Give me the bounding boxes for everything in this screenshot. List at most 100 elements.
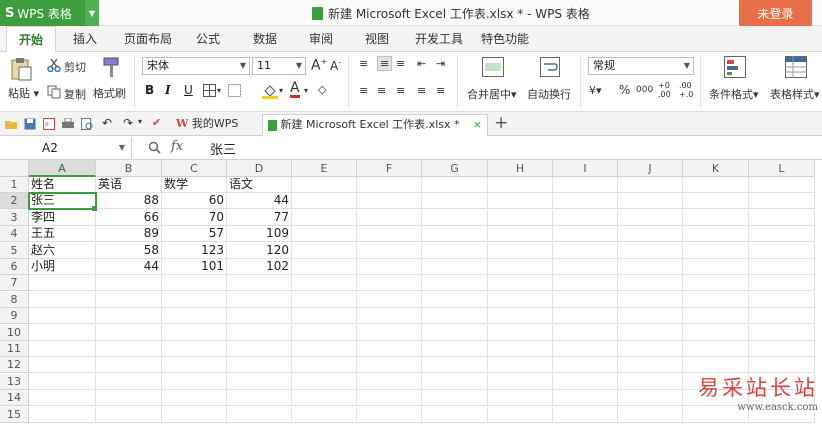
cell-e11[interactable] bbox=[292, 341, 357, 357]
insert-function-button[interactable]: fx bbox=[171, 139, 183, 154]
cell-c9[interactable] bbox=[162, 308, 227, 325]
cell-c4[interactable]: 57 bbox=[162, 226, 227, 243]
cell-k2[interactable] bbox=[683, 193, 749, 210]
cell-h1[interactable] bbox=[488, 177, 553, 193]
cell-k12[interactable] bbox=[683, 357, 749, 374]
cell-i5[interactable] bbox=[553, 242, 618, 259]
chevron-down-icon[interactable]: ▼ bbox=[85, 0, 99, 26]
cell-l8[interactable] bbox=[749, 291, 815, 308]
chevron-down-icon[interactable]: ▾ bbox=[138, 117, 142, 126]
tab-page-layout[interactable]: 页面布局 bbox=[124, 26, 172, 52]
cell-c10[interactable] bbox=[162, 324, 227, 341]
scissors-icon[interactable] bbox=[47, 58, 61, 72]
cell-g6[interactable] bbox=[422, 259, 488, 275]
cell-c7[interactable] bbox=[162, 275, 227, 292]
cell-a10[interactable] bbox=[29, 324, 96, 341]
login-button[interactable]: 未登录 bbox=[739, 0, 812, 26]
cell-l3[interactable] bbox=[749, 209, 815, 226]
cell-j3[interactable] bbox=[618, 209, 683, 226]
align-center-icon[interactable]: ≡ bbox=[377, 84, 386, 97]
cell-e8[interactable] bbox=[292, 291, 357, 308]
currency-format-icon[interactable]: ¥▾ bbox=[589, 84, 602, 97]
cell-e2[interactable] bbox=[292, 193, 357, 210]
indent-left-icon[interactable]: ⇤ bbox=[417, 57, 426, 70]
cell-k4[interactable] bbox=[683, 226, 749, 243]
tab-document[interactable]: 新建 Microsoft Excel 工作表.xlsx * × bbox=[262, 114, 488, 136]
cell-i4[interactable] bbox=[553, 226, 618, 243]
cell-a7[interactable] bbox=[29, 275, 96, 292]
cell-e10[interactable] bbox=[292, 324, 357, 341]
select-all-corner[interactable] bbox=[0, 160, 29, 177]
cell-g8[interactable] bbox=[422, 291, 488, 308]
font-color-icon[interactable]: A bbox=[290, 81, 300, 98]
cell-j8[interactable] bbox=[618, 291, 683, 308]
row-header-2[interactable]: 2 bbox=[0, 193, 29, 210]
cell-i9[interactable] bbox=[553, 308, 618, 325]
column-header-h[interactable]: H bbox=[488, 160, 553, 177]
cell-d15[interactable] bbox=[227, 406, 292, 423]
cell-j14[interactable] bbox=[618, 390, 683, 407]
cell-b7[interactable] bbox=[96, 275, 162, 292]
paste-button[interactable]: 粘贴 ▾ bbox=[8, 85, 39, 101]
tab-my-wps[interactable]: W 我的WPS bbox=[172, 114, 260, 136]
row-header-4[interactable]: 4 bbox=[0, 226, 29, 243]
merge-center-button[interactable]: 合并居中▾ bbox=[467, 86, 517, 102]
cell-h8[interactable] bbox=[488, 291, 553, 308]
cell-a13[interactable] bbox=[29, 373, 96, 390]
tab-review[interactable]: 审阅 bbox=[309, 26, 333, 52]
save-icon[interactable] bbox=[24, 118, 36, 130]
cell-k5[interactable] bbox=[683, 242, 749, 259]
indent-right-icon[interactable]: ⇥ bbox=[436, 57, 445, 70]
column-header-f[interactable]: F bbox=[357, 160, 422, 177]
table-style-icon[interactable] bbox=[785, 56, 807, 78]
cell-b15[interactable] bbox=[96, 406, 162, 423]
align-right-icon[interactable]: ≡ bbox=[396, 84, 405, 97]
cell-d3[interactable]: 77 bbox=[227, 209, 292, 226]
cell-a11[interactable] bbox=[29, 341, 96, 357]
cell-f15[interactable] bbox=[357, 406, 422, 423]
merge-cells-icon[interactable] bbox=[482, 57, 504, 77]
cell-j6[interactable] bbox=[618, 259, 683, 275]
row-header-11[interactable]: 11 bbox=[0, 341, 29, 357]
export-pdf-icon[interactable]: P bbox=[43, 118, 55, 130]
justify-icon[interactable]: ≡ bbox=[417, 84, 426, 97]
cell-g3[interactable] bbox=[422, 209, 488, 226]
font-size-select[interactable]: 11 ▼ bbox=[252, 57, 306, 75]
zoom-search-icon[interactable] bbox=[148, 141, 161, 154]
cell-j11[interactable] bbox=[618, 341, 683, 357]
column-header-a[interactable]: A bbox=[29, 160, 96, 177]
cell-d10[interactable] bbox=[227, 324, 292, 341]
cell-i14[interactable] bbox=[553, 390, 618, 407]
cell-h3[interactable] bbox=[488, 209, 553, 226]
cell-b1[interactable]: 英语 bbox=[96, 177, 162, 193]
cell-f12[interactable] bbox=[357, 357, 422, 374]
cell-a8[interactable] bbox=[29, 291, 96, 308]
cell-l2[interactable] bbox=[749, 193, 815, 210]
decrease-decimal-button[interactable]: .00 +.0 bbox=[679, 81, 693, 99]
cell-i11[interactable] bbox=[553, 341, 618, 357]
cell-l5[interactable] bbox=[749, 242, 815, 259]
cell-a2[interactable]: 张三 bbox=[28, 192, 97, 211]
cell-a9[interactable] bbox=[29, 308, 96, 325]
cell-a4[interactable]: 王五 bbox=[29, 226, 96, 243]
thousands-separator-button[interactable]: 000 bbox=[636, 85, 653, 95]
cell-k11[interactable] bbox=[683, 341, 749, 357]
cell-j10[interactable] bbox=[618, 324, 683, 341]
cell-b8[interactable] bbox=[96, 291, 162, 308]
new-tab-icon[interactable]: + bbox=[494, 113, 508, 133]
number-format-select[interactable]: 常规 ▼ bbox=[588, 57, 694, 75]
distribute-icon[interactable]: ≡ bbox=[436, 84, 445, 97]
cell-k3[interactable] bbox=[683, 209, 749, 226]
cell-c5[interactable]: 123 bbox=[162, 242, 227, 259]
bold-button[interactable]: B bbox=[145, 83, 154, 97]
clear-format-icon[interactable]: ◇ bbox=[318, 83, 326, 96]
cell-j15[interactable] bbox=[618, 406, 683, 423]
chevron-down-icon[interactable]: ▼ bbox=[119, 138, 125, 158]
row-header-15[interactable]: 15 bbox=[0, 406, 29, 423]
cell-g10[interactable] bbox=[422, 324, 488, 341]
cell-f3[interactable] bbox=[357, 209, 422, 226]
cell-g7[interactable] bbox=[422, 275, 488, 292]
cell-c15[interactable] bbox=[162, 406, 227, 423]
column-header-g[interactable]: G bbox=[422, 160, 488, 177]
cell-l11[interactable] bbox=[749, 341, 815, 357]
